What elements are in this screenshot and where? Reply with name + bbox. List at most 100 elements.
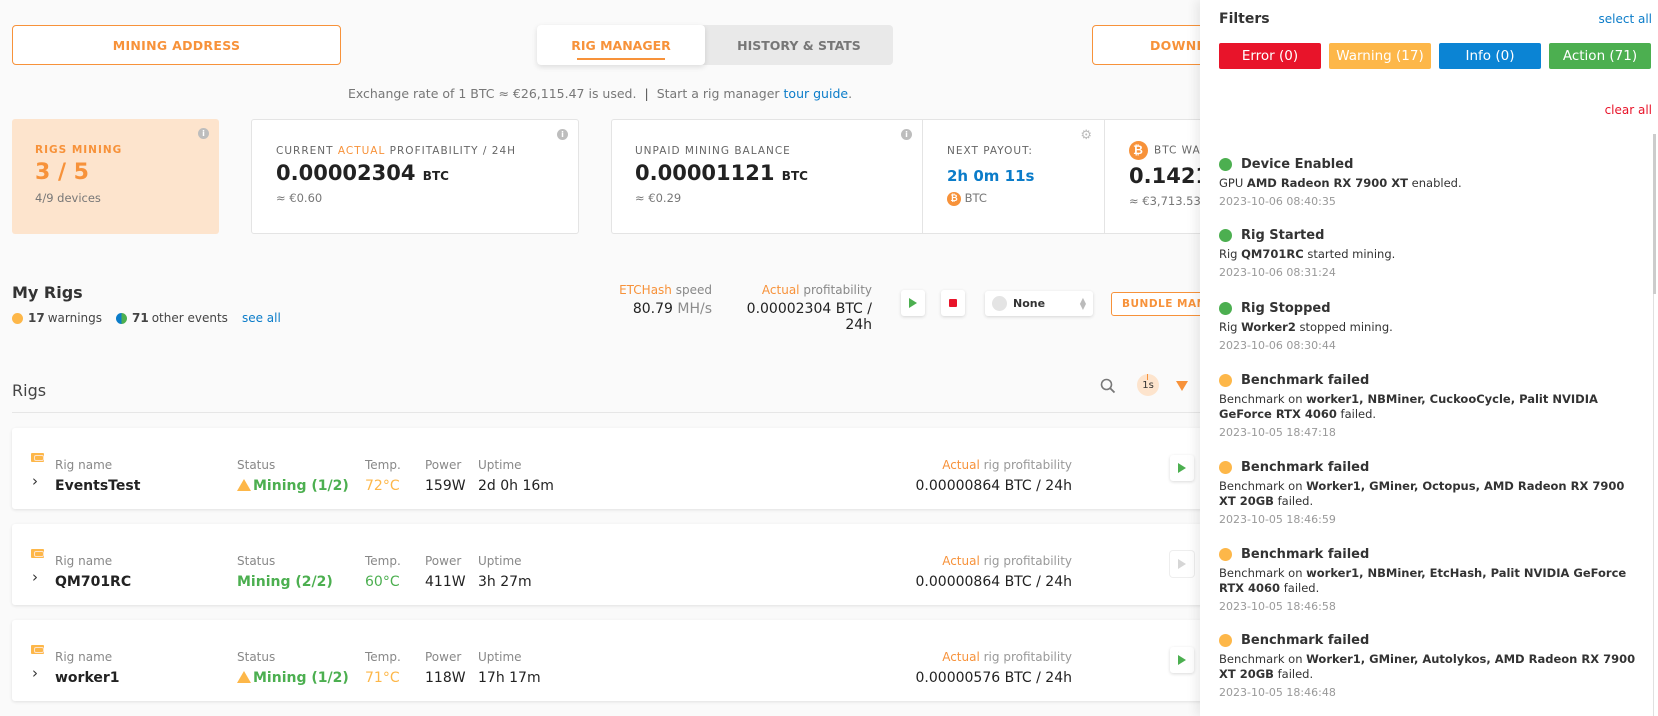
mining-address-button[interactable]: MINING ADDRESS — [12, 25, 341, 65]
uptime-col: Uptime 3h 27m — [478, 554, 532, 590]
start-rig-button[interactable] — [1170, 551, 1194, 577]
event-timestamp: 2023-10-05 18:46:58 — [1219, 600, 1336, 613]
uptime-label: Uptime — [478, 554, 522, 568]
event-description: Rig QM701RC started mining. — [1219, 247, 1396, 261]
event-timestamp: 2023-10-05 18:47:18 — [1219, 426, 1336, 439]
profile-value: None — [1013, 297, 1046, 310]
profitability-fiat: ≈ €0.60 — [276, 191, 323, 205]
filter-action-button[interactable]: Action (71) — [1549, 43, 1651, 69]
rig-power: 411W — [425, 574, 466, 590]
rig-name-col: Rig name EventsTest — [55, 458, 140, 494]
view-tabs: RIG MANAGER HISTORY & STATS — [537, 25, 893, 65]
rigs-mining-label: RIGS MINING — [35, 144, 123, 156]
gear-icon[interactable]: ⚙ — [1080, 128, 1092, 143]
event-title: Benchmark failed — [1241, 460, 1370, 475]
tab-rig-manager[interactable]: RIG MANAGER — [537, 25, 705, 65]
power-label: Power — [425, 458, 462, 472]
select-all-link[interactable]: select all — [1599, 12, 1653, 26]
total-profitability: Actual profitability 0.00002304 BTC / 24… — [720, 283, 872, 333]
payout-label: NEXT PAYOUT: — [947, 145, 1033, 157]
unpaid-balance-card: i UNPAID MINING BALANCE 0.00001121 BTC ≈… — [611, 119, 922, 234]
gpu-icon — [31, 453, 44, 462]
warning-icon — [237, 479, 251, 491]
rig-uptime: 2d 0h 16m — [478, 478, 554, 494]
play-icon — [1178, 559, 1186, 569]
scrollbar-thumb[interactable] — [1653, 134, 1656, 294]
search-icon[interactable] — [1100, 378, 1116, 394]
profitability-value: 0.00002304 BTC — [276, 161, 449, 185]
rig-name[interactable]: worker1 — [55, 670, 120, 686]
divider — [12, 412, 1202, 413]
event-item: Benchmark failed Benchmark on Worker1, G… — [1219, 633, 1639, 699]
info-icon[interactable]: i — [901, 129, 912, 140]
refresh-interval-badge[interactable]: 1s — [1137, 374, 1159, 396]
info-icon[interactable]: i — [198, 128, 209, 139]
profile-select[interactable]: None ▲ ▼ — [985, 291, 1093, 316]
status-col: Status Mining (2/2) — [237, 554, 333, 590]
rig-name-col: Rig name QM701RC — [55, 554, 131, 590]
chevron-right-icon[interactable]: › — [32, 472, 38, 490]
event-timestamp: 2023-10-06 08:31:24 — [1219, 266, 1336, 279]
status-label: Status — [237, 554, 276, 568]
profile-avatar — [992, 296, 1007, 311]
other-events-label: other events — [151, 311, 228, 325]
tour-suffix: . — [848, 86, 853, 101]
clear-all-link[interactable]: clear all — [1605, 103, 1652, 117]
event-item: Rig Stopped Rig Worker2 stopped mining. … — [1219, 301, 1639, 352]
event-description: Benchmark on Worker1, GMiner, Autolykos,… — [1219, 652, 1636, 681]
power-col: Power 118W — [425, 650, 466, 686]
rig-temp: 72°C — [365, 478, 400, 494]
start-all-button[interactable] — [901, 290, 925, 316]
payout-currency: ₿ BTC — [947, 191, 1080, 206]
info-icon[interactable]: i — [557, 129, 568, 140]
rig-name[interactable]: QM701RC — [55, 574, 131, 590]
temp-label: Temp. — [365, 458, 401, 472]
rig-name-label: Rig name — [55, 554, 113, 568]
warnings-count: 17 — [28, 311, 45, 325]
rig-row[interactable]: › Rig name QM701RC Status Mining (2/2) T… — [12, 524, 1207, 605]
event-description: Benchmark on worker1, NBMiner, CuckooCyc… — [1219, 392, 1598, 421]
rig-row[interactable]: › Rig name EventsTest Status Mining (1/2… — [12, 428, 1207, 509]
rig-row[interactable]: › Rig name worker1 Status Mining (1/2) T… — [12, 620, 1207, 701]
see-all-link[interactable]: see all — [242, 311, 281, 325]
exchange-rate-notice: Exchange rate of 1 BTC ≈ €26,115.47 is u… — [0, 86, 1200, 101]
power-col: Power 411W — [425, 554, 466, 590]
rigs-mining-card: i RIGS MINING 3 / 5 4/9 devices — [12, 119, 219, 234]
rig-name[interactable]: EventsTest — [55, 478, 140, 494]
uptime-col: Uptime 2d 0h 16m — [478, 458, 554, 494]
event-timestamp: 2023-10-06 08:40:35 — [1219, 195, 1336, 208]
rig-status: Mining (2/2) — [237, 574, 333, 590]
event-title: Benchmark failed — [1241, 373, 1370, 388]
tour-guide-link[interactable]: tour guide — [784, 86, 849, 101]
warning-dot-icon — [12, 312, 23, 324]
temp-col: Temp. 71°C — [365, 650, 401, 686]
bitcoin-icon: ₿ — [1129, 141, 1148, 160]
filter-warning-button[interactable]: Warning (17) — [1329, 43, 1431, 69]
event-status-dot-icon — [1219, 548, 1232, 561]
filter-error-button[interactable]: Error (0) — [1219, 43, 1321, 69]
rig-profit-col: Actual rig profitability 0.00000864 BTC … — [916, 458, 1072, 494]
rig-profit: 0.00000864 BTC / 24h — [915, 574, 1072, 590]
tab-history-stats[interactable]: HISTORY & STATS — [705, 25, 893, 65]
balance-label: UNPAID MINING BALANCE — [635, 145, 791, 157]
balance-value: 0.00001121 BTC — [635, 161, 808, 185]
rig-profit-col: Actual rig profitability 0.00000576 BTC … — [916, 650, 1072, 686]
start-rig-button[interactable] — [1170, 455, 1194, 481]
stop-all-button[interactable] — [941, 290, 965, 316]
rig-uptime: 17h 17m — [478, 670, 541, 686]
chevron-right-icon[interactable]: › — [32, 568, 38, 586]
filter-info-button[interactable]: Info (0) — [1439, 43, 1541, 69]
uptime-col: Uptime 17h 17m — [478, 650, 541, 686]
rig-temp: 71°C — [365, 670, 400, 686]
scrollbar[interactable] — [1653, 134, 1656, 716]
event-item: Benchmark failed Benchmark on worker1, N… — [1219, 547, 1639, 613]
rig-uptime: 3h 27m — [478, 574, 532, 590]
event-status-dot-icon — [1219, 158, 1232, 171]
filter-icon[interactable] — [1176, 381, 1188, 391]
rig-profit-label: Actual rig profitability — [942, 650, 1072, 664]
power-label: Power — [425, 554, 462, 568]
chevron-right-icon[interactable]: › — [32, 664, 38, 682]
start-rig-button[interactable] — [1170, 647, 1194, 673]
bitcoin-icon: ₿ — [947, 191, 961, 206]
event-status-dot-icon — [1219, 634, 1232, 647]
